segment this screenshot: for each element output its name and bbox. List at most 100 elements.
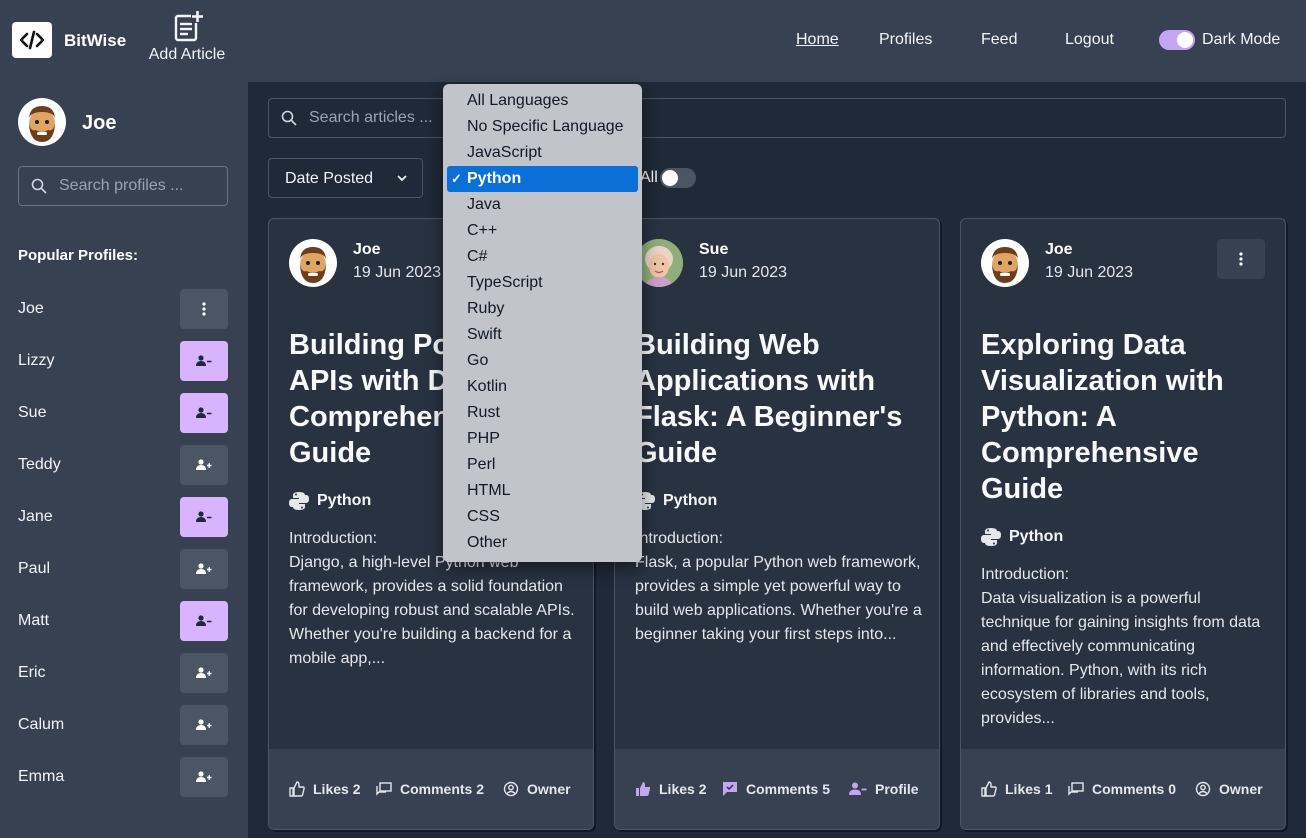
profile-search-input[interactable] [59,167,224,205]
code-logo-icon[interactable] [12,22,52,58]
author-avatar[interactable] [635,239,683,287]
language-option[interactable]: No Specific Language [443,114,642,140]
language-option[interactable]: C# [443,244,642,270]
comments-button[interactable]: Comments 5 [722,781,830,797]
language-option-label: Python [467,170,522,187]
language-option[interactable]: HTML [443,478,642,504]
profile-row: Jane [18,497,228,537]
card-footer: Likes 1 Comments 0 Owner [961,749,1285,829]
language-option[interactable]: TypeScript [443,270,642,296]
profile-row: Lizzy [18,341,228,381]
sort-select[interactable]: Date Posted [268,158,423,198]
author-avatar[interactable] [289,239,337,287]
language-tag: Python [289,491,371,511]
language-option-selected[interactable]: ✓ Python [447,166,638,192]
language-option[interactable]: Other [443,530,642,556]
article-menu-button[interactable] [1217,239,1265,279]
profile-row: Eric [18,653,228,693]
card-footer: Likes 2 Comments 5 Profile [615,749,939,829]
article-title[interactable]: Exploring Data Visualization with Python… [981,327,1271,507]
profile-name[interactable]: Teddy [18,456,61,474]
add-article-button[interactable]: Add Article [146,10,228,64]
nav-logout[interactable]: Logout [1065,31,1114,49]
profile-menu-button[interactable] [180,289,228,329]
profile-link[interactable]: Profile [849,781,919,797]
nav-feed[interactable]: Feed [981,31,1017,49]
profile-name[interactable]: Eric [18,664,46,682]
owner-link[interactable]: Owner [1195,781,1263,797]
unfollow-button[interactable] [180,497,228,537]
language-option[interactable]: CSS [443,504,642,530]
all-filter-toggle[interactable] [660,168,696,188]
profile-name[interactable]: Calum [18,716,64,734]
language-option[interactable]: Swift [443,322,642,348]
unfollow-button[interactable] [180,393,228,433]
profile-name[interactable]: Matt [18,612,49,630]
brand-name[interactable]: BitWise [64,31,126,51]
follow-button[interactable] [180,705,228,745]
language-option[interactable]: Ruby [443,296,642,322]
dark-mode-toggle[interactable] [1159,30,1195,50]
likes-button[interactable]: Likes 2 [289,781,360,797]
nav-profiles[interactable]: Profiles [879,31,932,49]
user-name[interactable]: Joe [82,112,116,135]
language-name: Python [1009,528,1064,545]
follow-button[interactable] [180,653,228,693]
language-name: Python [663,492,718,509]
card-footer: Likes 2 Comments 2 Owner [269,749,593,829]
profile-name[interactable]: Emma [18,768,64,786]
article-title[interactable]: Building Web Applications with Flask: A … [635,327,925,471]
language-option[interactable]: All Languages [443,88,642,114]
profile-row: Emma [18,757,228,797]
language-option[interactable]: Kotlin [443,374,642,400]
user-avatar[interactable] [18,98,66,146]
post-date: 19 Jun 2023 [353,264,442,281]
author-name[interactable]: Joe [1045,241,1073,259]
language-option[interactable]: Perl [443,452,642,478]
author-avatar[interactable] [981,239,1029,287]
follow-button[interactable] [180,549,228,589]
comments-icon [1068,782,1084,796]
profile-row: Sue [18,393,228,433]
language-option[interactable]: Go [443,348,642,374]
article-excerpt: Introduction: Flask, a popular Python we… [635,530,922,643]
follow-button[interactable] [180,445,228,485]
comments-button[interactable]: Comments 2 [376,781,484,797]
python-icon [289,492,309,510]
navbar: BitWise Add Article Home Profiles Feed L… [0,0,1306,82]
likes-button[interactable]: Likes 1 [981,781,1052,797]
comments-count: Comments 5 [746,781,831,797]
likes-button[interactable]: Likes 2 [635,781,706,797]
profile-name[interactable]: Paul [18,560,50,578]
dark-mode-label: Dark Mode [1202,31,1281,48]
author-name[interactable]: Sue [699,241,728,259]
author-name[interactable]: Joe [353,241,381,259]
comment-check-icon [723,782,737,796]
likes-count: Likes 1 [1005,781,1053,797]
language-option[interactable]: JavaScript [443,140,642,166]
language-option[interactable]: PHP [443,426,642,452]
profile-row: Teddy [18,445,228,485]
python-icon [981,528,1001,546]
comments-count: Comments 0 [1092,781,1177,797]
unfollow-button[interactable] [180,341,228,381]
user-circle-icon [1195,781,1211,797]
search-icon [31,178,47,194]
language-option[interactable]: Rust [443,400,642,426]
comments-button[interactable]: Comments 0 [1068,781,1176,797]
language-tag: Python [635,491,717,511]
user-plus-icon [196,771,212,782]
nav-home[interactable]: Home [796,31,839,49]
unfollow-button[interactable] [180,601,228,641]
profile-search [18,166,228,206]
profile-name[interactable]: Jane [18,508,53,526]
follow-button[interactable] [180,757,228,797]
owner-link[interactable]: Owner [503,781,571,797]
profile-name[interactable]: Lizzy [18,352,54,370]
thumbs-up-icon [981,781,997,797]
language-option[interactable]: Java [443,192,642,218]
thumbs-up-filled-icon [636,782,651,796]
language-option[interactable]: C++ [443,218,642,244]
profile-name[interactable]: Sue [18,404,46,422]
profile-name[interactable]: Joe [18,300,44,318]
